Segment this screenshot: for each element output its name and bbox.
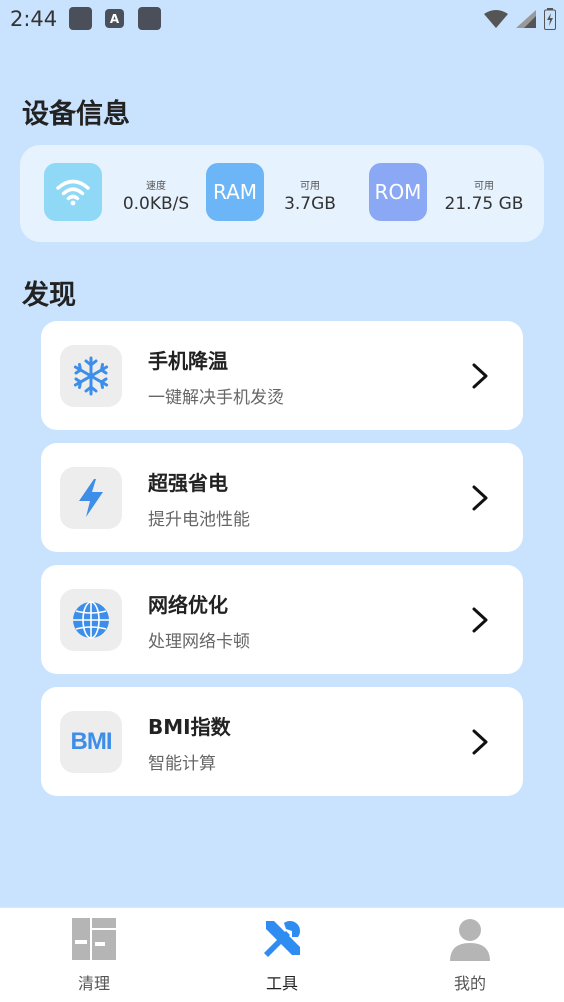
speed-value: 0.0KB/S [122,194,190,214]
tools-icon [259,916,305,962]
app-notification-icon [69,7,92,30]
speed-stat: 速度 0.0KB/S [120,177,192,214]
chevron-right-icon [472,607,488,633]
rom-tile: ROM [369,163,427,221]
device-info-title: 设备信息 [22,99,130,130]
battery-icon [544,8,556,30]
ram-stat: 可用 3.7GB [280,177,340,214]
globe-icon [73,601,109,639]
cell-signal-icon [516,10,536,28]
ram-tile: RAM [206,163,264,221]
snowflake-tile [60,345,122,407]
ram-tile-label: RAM [212,180,258,204]
item-subtitle: 提升电池性能 [148,510,250,530]
wifi-icon [56,179,90,206]
app-notification-icon [138,7,161,30]
chevron-right-icon [472,485,488,511]
item-title: 网络优化 [148,593,228,617]
bmi-icon: BMI [70,728,113,755]
speed-label: 速度 [146,181,166,192]
list-item-bmi[interactable]: BMI BMI指数 智能计算 [41,687,523,796]
chevron-right-icon [472,363,488,389]
item-title: 手机降温 [148,349,228,373]
lightning-tile [60,467,122,529]
nav-item-tools[interactable]: 工具 [188,908,376,1002]
rom-value: 21.75 GB [444,194,524,214]
nav-label-tools: 工具 [265,974,298,993]
nav-label-mine: 我的 [453,974,486,993]
item-title: BMI指数 [148,715,231,739]
ram-value: 3.7GB [284,194,336,214]
nav-item-mine[interactable]: 我的 [376,908,564,1002]
bottom-navigation: 清理 工具 我的 [0,907,564,1002]
nav-item-clean[interactable]: 清理 [0,908,188,1002]
snowflake-icon [73,356,109,396]
chevron-right-icon [472,729,488,755]
device-info-card: 速度 0.0KB/S RAM 可用 3.7GB ROM 可用 21.75 GB [20,145,544,242]
lightning-icon [79,479,103,517]
discover-title: 发现 [22,280,76,311]
ram-label: 可用 [300,181,320,192]
rom-label: 可用 [474,181,494,192]
item-title: 超强省电 [148,471,228,495]
rom-tile-label: ROM [374,180,422,204]
item-subtitle: 智能计算 [148,754,216,774]
status-time: 2:44 [10,7,58,31]
list-item-power-saving[interactable]: 超强省电 提升电池性能 [41,443,523,552]
nav-label-clean: 清理 [77,974,110,993]
rom-stat: 可用 21.75 GB [442,177,526,214]
globe-tile [60,589,122,651]
person-icon [447,916,493,962]
list-item-phone-cooling[interactable]: 手机降温 一键解决手机发烫 [41,321,523,430]
item-subtitle: 一键解决手机发烫 [148,388,284,408]
status-indicators [484,6,556,32]
wifi-signal-icon [484,10,508,28]
list-item-network-optimize[interactable]: 网络优化 处理网络卡顿 [41,565,523,674]
dashboard-icon [71,916,117,962]
status-bar: 2:44 A [0,0,564,40]
bmi-tile: BMI [60,711,122,773]
a-app-notification-icon: A [105,9,124,28]
wifi-tile [44,163,102,221]
item-subtitle: 处理网络卡顿 [148,632,250,652]
